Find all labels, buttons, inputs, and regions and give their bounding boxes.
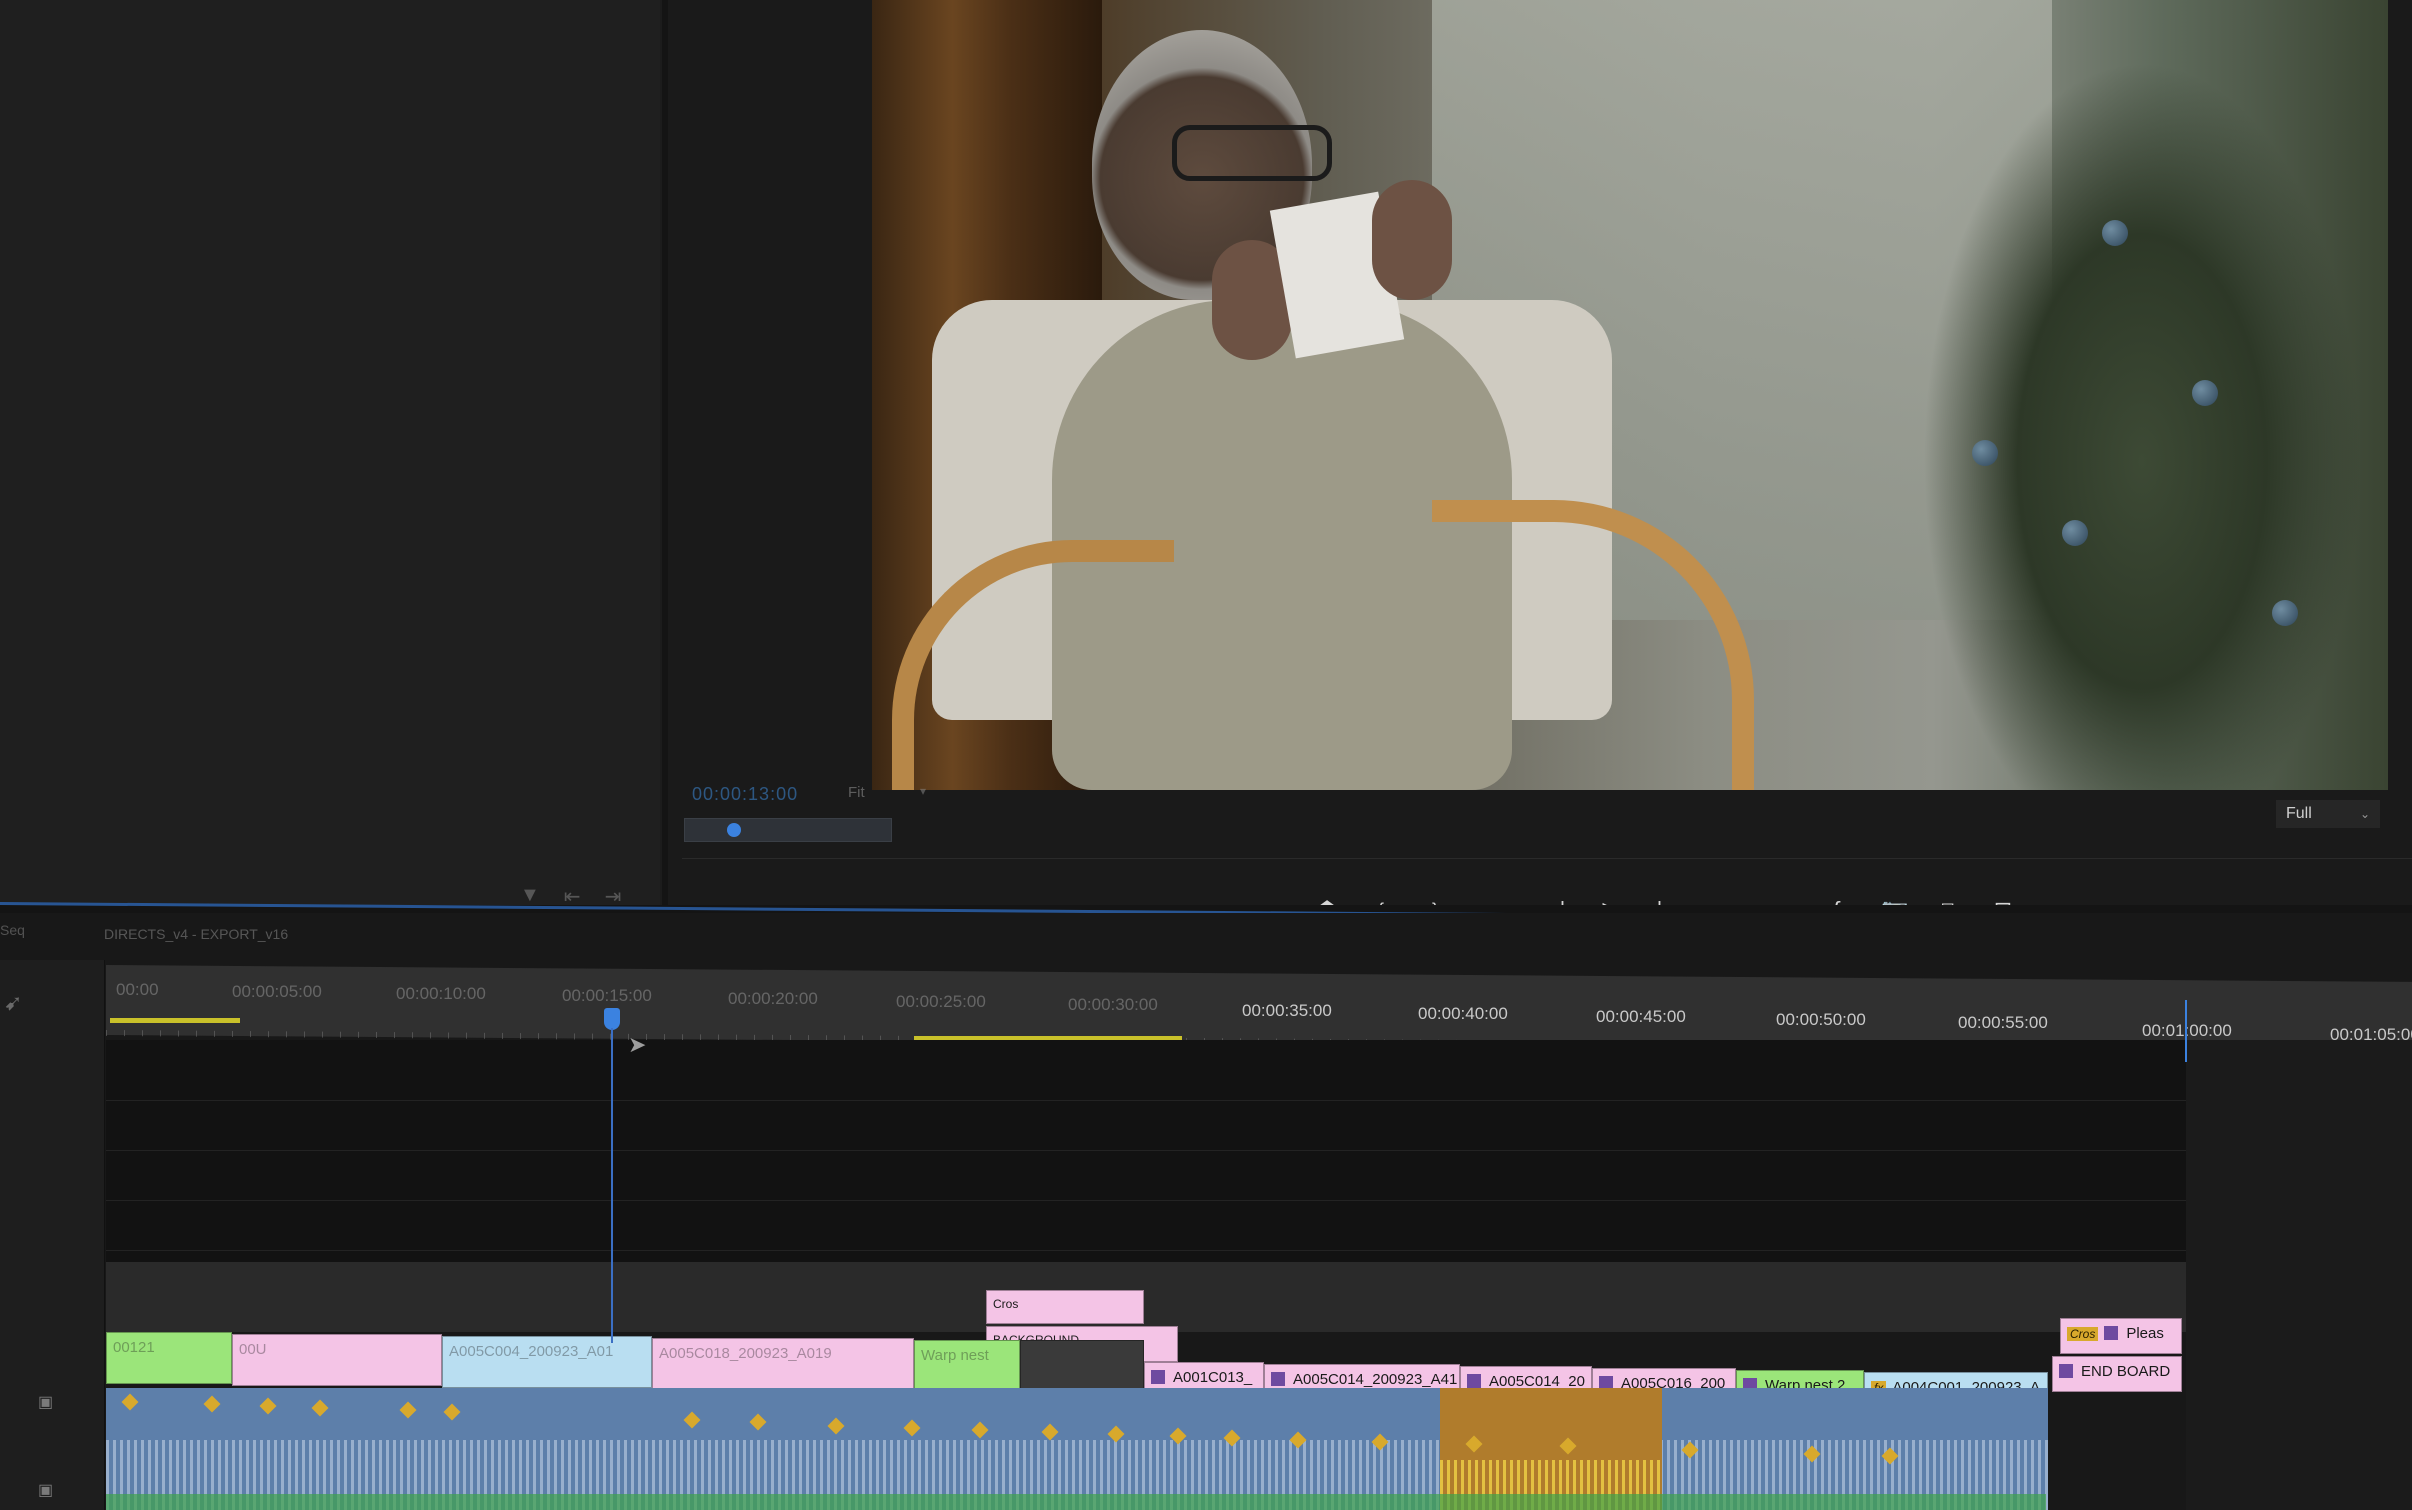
monitor-mini-timeline[interactable] (682, 820, 2412, 859)
clip-label: A005C014_200923_A41 (1293, 1371, 1458, 1388)
clip-label: A001C013_ (1173, 1369, 1253, 1386)
gap[interactable] (1020, 1340, 1144, 1392)
clip-label: 00121 (113, 1339, 155, 1356)
clip-icon (1271, 1372, 1285, 1386)
monitor-playhead[interactable] (727, 823, 741, 837)
clip-label: Warp nest (921, 1347, 989, 1364)
ruler-label: 00:00:50:00 (1776, 1010, 1866, 1029)
audio-track-lower (106, 1494, 2046, 1510)
monitor-zoom-range[interactable] (684, 818, 892, 842)
ruler-label: 00:00:30:00 (1068, 995, 1158, 1014)
clip[interactable]: END BOARD (2052, 1356, 2182, 1392)
christmas-tree (1922, 60, 2362, 790)
clip-label: Cros (993, 1297, 1019, 1311)
clip-icon (2059, 1364, 2073, 1378)
ruler-label: 00:00:45:00 (1596, 1007, 1686, 1026)
track-divider (106, 1250, 2412, 1251)
playhead-timecode[interactable]: 00:00:13:00 (692, 784, 798, 805)
clip[interactable]: A005C004_200923_A01 (442, 1336, 652, 1388)
lock-icon[interactable]: ▣ (38, 1392, 53, 1412)
clip[interactable]: Warp nest (914, 1340, 1020, 1392)
mouse-cursor-icon: ➤ (628, 1032, 647, 1057)
ruler-label: 00:00:05:00 (232, 982, 322, 1001)
clip-icon (1151, 1370, 1165, 1384)
source-panel (0, 0, 660, 905)
clip[interactable]: Cros Pleas (2060, 1318, 2182, 1354)
clip-icon (2104, 1326, 2119, 1340)
timeline-playhead[interactable] (604, 1008, 620, 1030)
chevron-down-icon: ⌄ (2359, 807, 2370, 821)
lock-icon[interactable]: ▣ (38, 1480, 53, 1500)
ornament (1972, 440, 1998, 466)
selection-tool-icon[interactable]: ➹ (4, 990, 22, 1016)
ruler-label: 00:00 (116, 980, 159, 999)
ornament (2102, 220, 2128, 246)
clip-label: END BOARD (2081, 1363, 2171, 1380)
clip-label: 00U (239, 1341, 267, 1358)
render-bar (110, 1018, 240, 1023)
sequence-end-marker (2185, 1000, 2187, 1062)
track-divider (106, 1150, 2412, 1151)
track-background (106, 1262, 2186, 1332)
timeline-empty-area[interactable] (2186, 1040, 2412, 1510)
video-track-area[interactable] (106, 1040, 2186, 1270)
zoom-level-select[interactable]: Fit (848, 784, 865, 801)
clip[interactable]: 00121 (106, 1332, 232, 1384)
glasses (1172, 125, 1332, 181)
ruler-label: 00:00:15:00 (562, 986, 652, 1005)
chevron-down-icon[interactable]: ▾ (920, 784, 926, 798)
person-hand (1372, 180, 1452, 300)
track-headers (0, 960, 105, 1510)
ruler-label: 00:00:10:00 (396, 984, 486, 1003)
playhead-line (611, 1028, 613, 1343)
clip-label: Cros (2067, 1327, 2099, 1341)
clip-label: A005C018_200923_A019 (659, 1345, 832, 1362)
ornament (2192, 380, 2218, 406)
clip-label: Pleas (2126, 1325, 2164, 1342)
track-divider (106, 1100, 2412, 1101)
ornament (2272, 600, 2298, 626)
program-video-frame (872, 0, 2388, 790)
ornament (2062, 520, 2088, 546)
clip-icon (1467, 1374, 1481, 1388)
track-divider (106, 1200, 2412, 1201)
sequence-tab[interactable]: Seq (0, 922, 25, 938)
ruler-label: 00:00:40:00 (1418, 1004, 1508, 1023)
ruler-label: 00:00:25:00 (896, 992, 986, 1011)
clip[interactable]: Cros (986, 1290, 1144, 1324)
ruler-label: 00:00:35:00 (1242, 1001, 1332, 1020)
ruler-label: 00:00:20:00 (728, 989, 818, 1008)
clip-label: A005C004_200923_A01 (449, 1343, 614, 1360)
ruler-label: 00:00:55:00 (1958, 1013, 2048, 1032)
clip[interactable]: 00U (232, 1334, 442, 1386)
sequence-name: DIRECTS_v4 - EXPORT_v16 (104, 926, 289, 942)
clip[interactable]: A005C018_200923_A019 (652, 1338, 914, 1390)
